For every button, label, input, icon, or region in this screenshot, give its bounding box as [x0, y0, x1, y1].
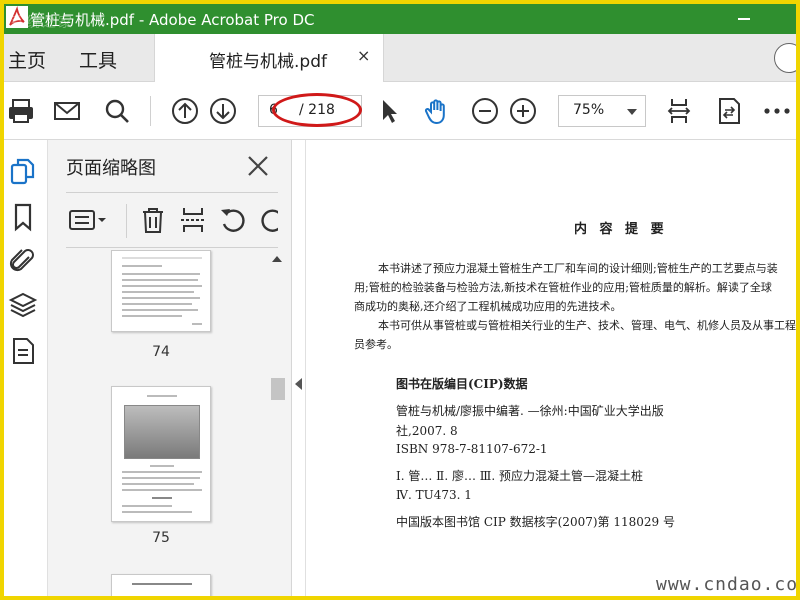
- cip-line: Ⅰ. 管… Ⅱ. 廖… Ⅲ. 预应力混凝土管—混凝土桩: [396, 469, 643, 483]
- close-tab-button[interactable]: ×: [357, 46, 370, 65]
- page-thumbnail[interactable]: [111, 574, 211, 596]
- insert-page-icon[interactable]: [178, 205, 208, 235]
- document-tab-label: 管桩与机械.pdf: [209, 52, 327, 72]
- thumbnail-scrollbar[interactable]: [268, 250, 286, 596]
- tab-home[interactable]: 主页: [8, 46, 46, 73]
- rotate-view-icon[interactable]: [714, 96, 744, 126]
- thumbnail-page-number: 74: [152, 344, 170, 360]
- annotation-ellipse: [272, 93, 362, 127]
- cip-line: Ⅳ. TU473. 1: [396, 488, 472, 502]
- bookmark-icon[interactable]: [8, 202, 38, 232]
- tab-tools[interactable]: 工具: [79, 46, 117, 73]
- search-icon[interactable]: [102, 96, 132, 126]
- app-window: 系统之家 管桩与机械.pdf - Adobe Acrobat Pro DC 主页…: [4, 4, 796, 596]
- rotate-left-icon[interactable]: [218, 205, 248, 235]
- zoom-value: 75%: [573, 102, 605, 118]
- navigation-rail: [4, 140, 48, 596]
- summary-line: 商成功的奥秘,还介绍了工程机械成功应用的先进技术。: [354, 300, 622, 313]
- thumbnail-options-icon[interactable]: [68, 205, 108, 235]
- select-arrow-icon[interactable]: [374, 96, 404, 126]
- main-toolbar: 6 / 218 75%: [4, 82, 796, 140]
- close-icon[interactable]: [246, 154, 270, 178]
- chevron-left-icon: [295, 378, 302, 390]
- attachment-icon[interactable]: [8, 246, 38, 276]
- page-thumbnails-icon[interactable]: [8, 156, 38, 186]
- page-down-icon[interactable]: [208, 96, 238, 126]
- document-heading: 内 容 提 要: [574, 222, 668, 237]
- summary-line: 本书讲述了预应力混凝土管桩生产工厂和车间的设计细则;管桩生产的工艺要点与装: [378, 262, 778, 275]
- zoom-out-icon[interactable]: [470, 96, 500, 126]
- mail-icon[interactable]: [52, 96, 82, 126]
- summary-line: 员参考。: [354, 338, 398, 351]
- document-viewport: 内 容 提 要 本书讲述了预应力混凝土管桩生产工厂和车间的设计细则;管桩生产的工…: [306, 140, 796, 596]
- cip-line: 社,2007. 8: [396, 424, 458, 438]
- fit-page-icon[interactable]: [664, 96, 694, 126]
- scrollbar-thumb[interactable]: [271, 378, 285, 400]
- summary-line: 用;管桩的检验装备与检验方法,新技术在管桩作业的应用;管桩质量的解析。解读了全球: [354, 281, 772, 294]
- watermark-text: www.cndao.com: [656, 574, 796, 595]
- chevron-down-icon: [627, 109, 637, 115]
- scroll-up-icon[interactable]: [272, 256, 282, 262]
- tab-bar: 主页 工具 管桩与机械.pdf ×: [4, 34, 796, 82]
- summary-line: 本书可供从事管桩或与管桩相关行业的生产、技术、管理、电气、机修人员及从事工程机: [378, 319, 796, 332]
- rotate-right-icon[interactable]: [258, 205, 278, 235]
- thumbnails-panel: 页面缩略图 74 75: [48, 140, 292, 596]
- window-title: 管桩与机械.pdf - Adobe Acrobat Pro DC: [30, 11, 315, 29]
- cip-line: 管桩与机械/廖振中编著. —徐州:中国矿业大学出版: [396, 404, 664, 418]
- tab-document[interactable]: 管桩与机械.pdf ×: [154, 34, 384, 82]
- cip-line: 中国版本图书馆 CIP 数据核字(2007)第 118029 号: [396, 515, 675, 529]
- more-icon[interactable]: [762, 96, 792, 126]
- thumbnail-toolbar: [66, 192, 278, 248]
- toolbar-divider: [150, 96, 151, 126]
- toolbar-divider: [126, 204, 127, 238]
- panel-title: 页面缩略图: [66, 158, 156, 179]
- page-thumbnail[interactable]: [111, 386, 211, 522]
- zoom-in-icon[interactable]: [508, 96, 538, 126]
- cip-title: 图书在版编目(CIP)数据: [396, 377, 528, 391]
- thumbnail-list: 74 75: [66, 250, 286, 596]
- layers-icon[interactable]: [8, 290, 38, 320]
- thumbnail-page-number: 75: [152, 530, 170, 546]
- printer-icon[interactable]: [6, 96, 36, 126]
- zoom-dropdown[interactable]: 75%: [558, 95, 646, 127]
- add-tab-button[interactable]: [774, 43, 796, 73]
- hand-icon[interactable]: [422, 96, 452, 126]
- minimize-button[interactable]: [738, 18, 750, 20]
- title-bar: 系统之家 管桩与机械.pdf - Adobe Acrobat Pro DC: [4, 4, 796, 34]
- page-up-icon[interactable]: [170, 96, 200, 126]
- delete-icon[interactable]: [138, 205, 168, 235]
- panel-collapse-handle[interactable]: [292, 140, 306, 596]
- page-thumbnail[interactable]: [111, 250, 211, 332]
- cip-line: ISBN 978-7-81107-672-1: [396, 442, 548, 456]
- document-icon[interactable]: [8, 336, 38, 366]
